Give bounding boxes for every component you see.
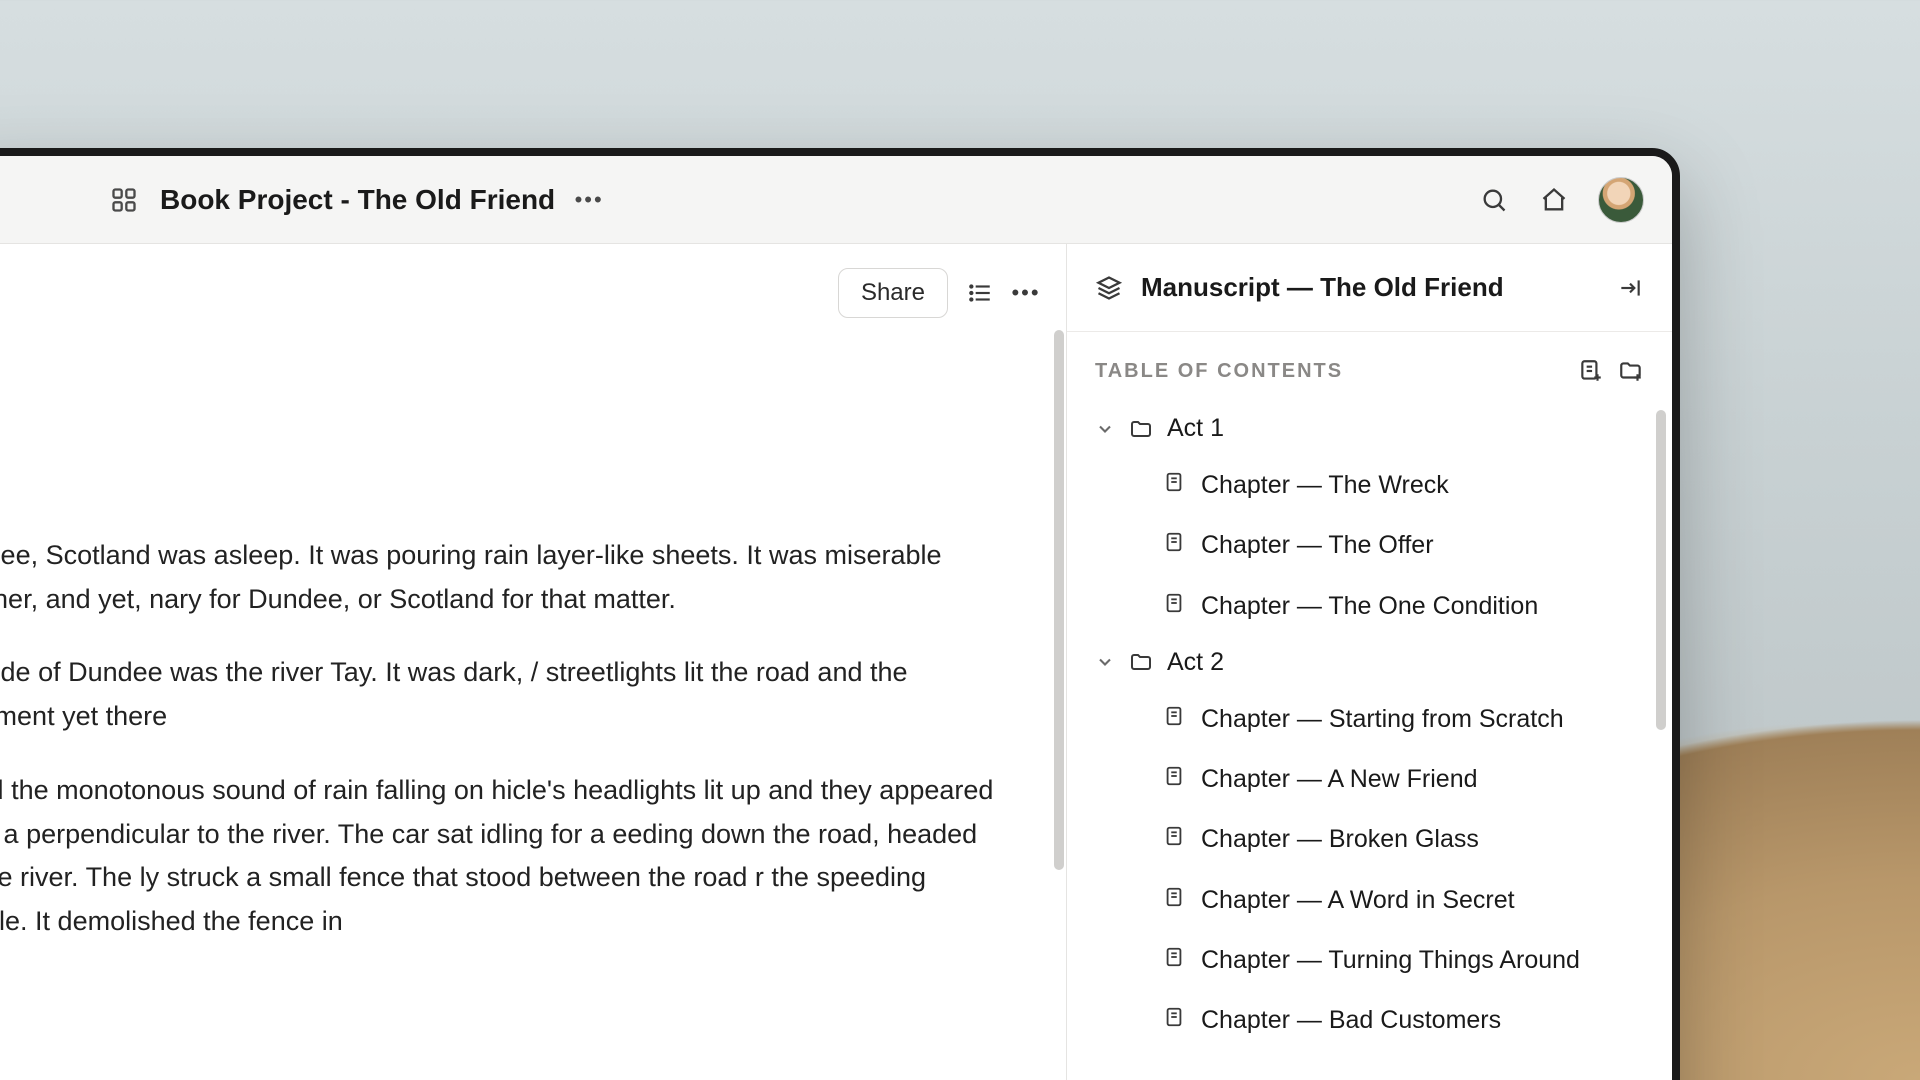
document-icon xyxy=(1163,471,1185,493)
toc-chapter-label: Chapter — The One Condition xyxy=(1201,588,1538,624)
document-icon xyxy=(1163,886,1185,908)
folder-icon xyxy=(1129,650,1153,674)
document-icon xyxy=(1163,531,1185,553)
toc-chapter[interactable]: Chapter — A New Friend xyxy=(1085,749,1654,809)
document-icon xyxy=(1163,946,1185,968)
share-button[interactable]: Share xyxy=(838,268,948,318)
toc-chapter-label: Chapter — Starting from Scratch xyxy=(1201,701,1564,737)
toc-chapter-label: Chapter — The Wreck xyxy=(1201,467,1449,503)
editor-pane: Share ••• Dundee, Scotland was asleep. I… xyxy=(0,244,1066,1080)
editor-paragraph[interactable]: Dundee, Scotland was asleep. It was pour… xyxy=(0,534,1006,621)
toc-chapter[interactable]: Chapter — Turning Things Around xyxy=(1085,930,1654,990)
project-more-icon[interactable]: ••• xyxy=(575,186,603,214)
toc-folder-label: Act 1 xyxy=(1167,414,1224,443)
topbar-right xyxy=(1478,177,1644,223)
toc-folder[interactable]: Act 2 xyxy=(1085,636,1654,689)
document-icon xyxy=(1163,825,1185,847)
toc-chapter[interactable]: Chapter — The Wreck xyxy=(1085,455,1654,515)
editor-scrollbar[interactable] xyxy=(1052,330,1066,870)
toc-chapter-label: Chapter — Broken Glass xyxy=(1201,821,1479,857)
toc-folder[interactable]: Act 1 xyxy=(1085,402,1654,455)
toc-chapter-label: Chapter — A New Friend xyxy=(1201,761,1478,797)
folder-icon xyxy=(1129,417,1153,441)
outline-list-icon[interactable] xyxy=(966,279,994,307)
stack-icon xyxy=(1095,274,1123,302)
manuscript-title[interactable]: Manuscript — The Old Friend xyxy=(1141,272,1598,303)
editor-more-icon[interactable]: ••• xyxy=(1012,279,1040,307)
editor-paragraph[interactable]: uth side of Dundee was the river Tay. It… xyxy=(0,651,1006,738)
chevron-down-icon[interactable] xyxy=(1095,419,1115,439)
document-icon xyxy=(1163,1006,1185,1028)
document-icon xyxy=(1163,765,1185,787)
home-icon[interactable] xyxy=(1538,184,1570,216)
toc-chapter-label: Chapter — The Offer xyxy=(1201,527,1434,563)
manuscript-panel: Manuscript — The Old Friend TABLE OF CON… xyxy=(1066,244,1672,1080)
main-split: Share ••• Dundee, Scotland was asleep. I… xyxy=(0,244,1672,1080)
toc-chapter-label: Chapter — Turning Things Around xyxy=(1201,942,1580,978)
chevron-down-icon[interactable] xyxy=(1095,652,1115,672)
toc-chapter[interactable]: Chapter — The One Condition xyxy=(1085,576,1654,636)
collapse-panel-icon[interactable] xyxy=(1616,274,1644,302)
new-document-icon[interactable] xyxy=(1578,358,1604,384)
toc-chapter[interactable]: Chapter — Broken Glass xyxy=(1085,809,1654,869)
editor-body[interactable]: Dundee, Scotland was asleep. It was pour… xyxy=(0,534,1006,974)
project-title[interactable]: Book Project - The Old Friend xyxy=(160,184,555,216)
topbar: Book Project - The Old Friend ••• xyxy=(0,156,1672,244)
topbar-left: Book Project - The Old Friend ••• xyxy=(108,184,603,216)
toc-chapter[interactable]: Chapter — A Word in Secret xyxy=(1085,870,1654,930)
document-icon xyxy=(1163,592,1185,614)
search-icon[interactable] xyxy=(1478,184,1510,216)
toc-chapter-label: Chapter — Bad Customers xyxy=(1201,1002,1501,1038)
document-icon xyxy=(1163,705,1185,727)
toc-chapter[interactable]: Chapter — The Offer xyxy=(1085,515,1654,575)
app-window: Book Project - The Old Friend ••• Share xyxy=(0,148,1680,1080)
toc-scrollbar[interactable] xyxy=(1656,410,1666,730)
toc-header: TABLE OF CONTENTS xyxy=(1067,332,1672,402)
toc-label: TABLE OF CONTENTS xyxy=(1095,360,1564,383)
user-avatar[interactable] xyxy=(1598,177,1644,223)
new-folder-icon[interactable] xyxy=(1618,358,1644,384)
manuscript-panel-header: Manuscript — The Old Friend xyxy=(1067,244,1672,332)
app-grid-icon[interactable] xyxy=(108,184,140,216)
toc-tree: Act 1 Chapter — The Wreck Chapter — The Of… xyxy=(1067,402,1672,1050)
toc-chapter[interactable]: Chapter — Starting from Scratch xyxy=(1085,689,1654,749)
toc-folder-label: Act 2 xyxy=(1167,648,1224,677)
editor-toolbar: Share ••• xyxy=(838,268,1040,318)
editor-paragraph[interactable]: upted the monotonous sound of rain falli… xyxy=(0,769,1006,944)
toc-chapter[interactable]: Chapter — Bad Customers xyxy=(1085,990,1654,1050)
toc-chapter-label: Chapter — A Word in Secret xyxy=(1201,882,1515,918)
